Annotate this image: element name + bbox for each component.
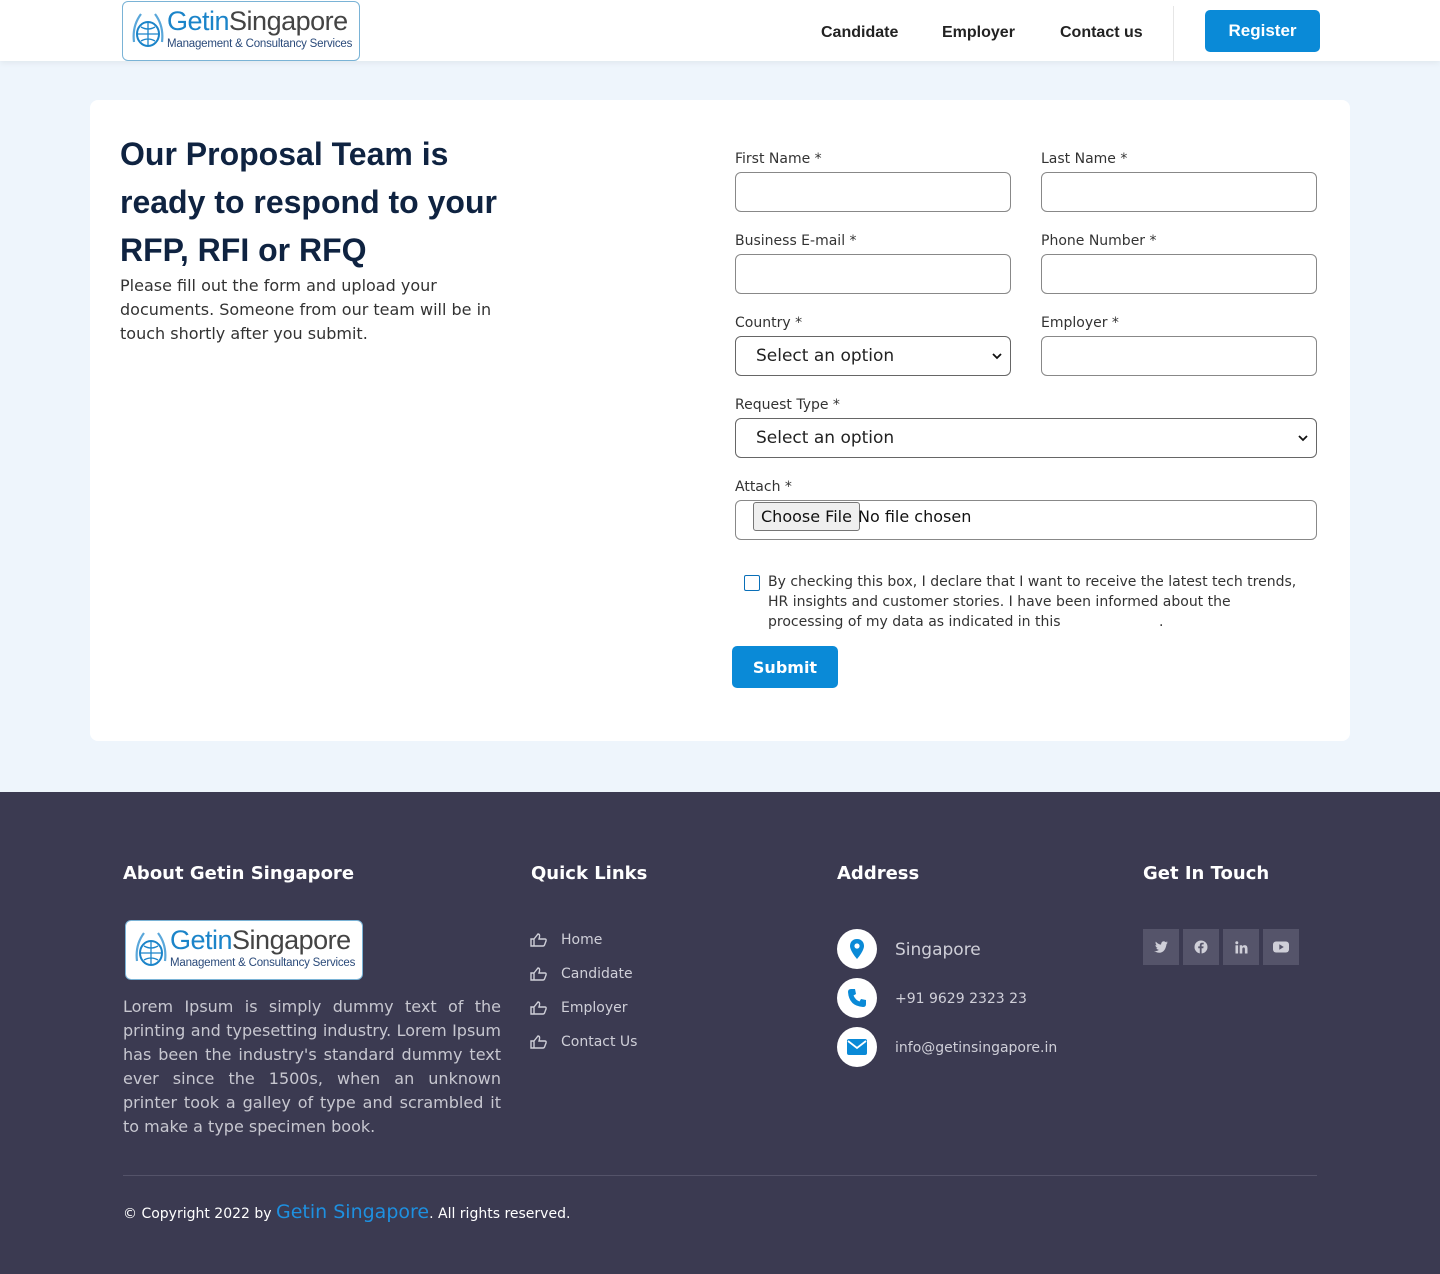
globe-hands-icon: [132, 13, 164, 47]
quick-link-home[interactable]: Home: [530, 932, 602, 948]
page-title: Our Proposal Team is ready to respond to…: [120, 136, 497, 268]
copyright-brand-link[interactable]: Getin Singapore: [276, 1201, 429, 1223]
thumbs-up-icon: [530, 967, 547, 981]
consent-checkbox[interactable]: [744, 575, 760, 591]
nav-employer[interactable]: Employer: [942, 24, 1015, 42]
address-heading: Address: [837, 863, 920, 884]
request-type-label: Request Type *: [735, 397, 840, 413]
register-button[interactable]: Register: [1205, 10, 1320, 52]
request-type-select[interactable]: Select an option: [735, 418, 1317, 458]
copyright-text: © Copyright 2022 by Getin Singapore. All…: [123, 1201, 571, 1223]
quick-link-employer[interactable]: Employer: [530, 1000, 627, 1016]
site-header: GetinSingapore Management & Consultancy …: [0, 0, 1440, 61]
first-name-label: First Name *: [735, 151, 822, 167]
thumbs-up-icon: [530, 933, 547, 947]
intro-text: Please fill out the form and upload your…: [120, 276, 492, 343]
phone-label: Phone Number *: [1041, 233, 1157, 249]
address-email[interactable]: info@getinsingapore.in: [895, 1040, 1057, 1056]
email-input[interactable]: [735, 254, 1011, 294]
about-heading: About Getin Singapore: [123, 863, 355, 884]
logo-tagline: Management & Consultancy Services: [170, 957, 356, 969]
attach-label: Attach *: [735, 479, 792, 495]
phone-input[interactable]: [1041, 254, 1317, 294]
quick-links-heading: Quick Links: [531, 863, 648, 884]
logo-brand-name: GetinSingapore: [170, 925, 351, 955]
last-name-label: Last Name *: [1041, 151, 1128, 167]
email-label: Business E-mail *: [735, 233, 857, 249]
attach-file-input: Choose File No file chosen: [735, 500, 1317, 540]
employer-input[interactable]: [1041, 336, 1317, 376]
site-logo[interactable]: GetinSingapore Management & Consultancy …: [122, 1, 360, 61]
request-type-select-value: Select an option: [756, 428, 895, 448]
employer-label: Employer *: [1041, 315, 1119, 331]
logo-tagline: Management & Consultancy Services: [167, 38, 353, 50]
consent-text: By checking this box, I declare that I w…: [768, 574, 1297, 630]
nav-candidate[interactable]: Candidate: [821, 24, 898, 42]
youtube-icon[interactable]: [1263, 929, 1299, 965]
chevron-down-icon: [992, 353, 1002, 360]
footer-logo[interactable]: GetinSingapore Management & Consultancy …: [125, 920, 363, 980]
nav-contact-us[interactable]: Contact us: [1060, 24, 1143, 42]
thumbs-up-icon: [530, 1001, 547, 1015]
address-phone[interactable]: +91 9629 2323 23: [895, 991, 1027, 1007]
globe-hands-icon: [135, 932, 167, 966]
map-pin-icon: [837, 929, 877, 969]
logo-brand-name: GetinSingapore: [167, 6, 348, 36]
facebook-icon[interactable]: [1183, 929, 1219, 965]
choose-file-button[interactable]: Choose File: [753, 502, 860, 531]
thumbs-up-icon: [530, 1035, 547, 1049]
nav-divider: [1173, 6, 1174, 61]
envelope-icon: [837, 1027, 877, 1067]
twitter-icon[interactable]: [1143, 929, 1179, 965]
get-in-touch-heading: Get In Touch: [1143, 863, 1270, 884]
phone-icon: [837, 978, 877, 1018]
chevron-down-icon: [1298, 435, 1308, 442]
country-select[interactable]: Select an option: [735, 336, 1011, 376]
about-text: Lorem Ipsum is simply dummy text of the …: [123, 997, 501, 1136]
linkedin-icon[interactable]: [1223, 929, 1259, 965]
last-name-input[interactable]: [1041, 172, 1317, 212]
file-status-text: No file chosen: [858, 507, 972, 526]
first-name-input[interactable]: [735, 172, 1011, 212]
submit-button[interactable]: Submit: [732, 646, 838, 688]
country-select-value: Select an option: [756, 346, 895, 366]
country-label: Country *: [735, 315, 803, 331]
address-location: Singapore: [895, 940, 981, 960]
quick-link-candidate[interactable]: Candidate: [530, 966, 633, 982]
quick-link-contact-us[interactable]: Contact Us: [530, 1034, 637, 1050]
footer-divider: [123, 1175, 1317, 1176]
